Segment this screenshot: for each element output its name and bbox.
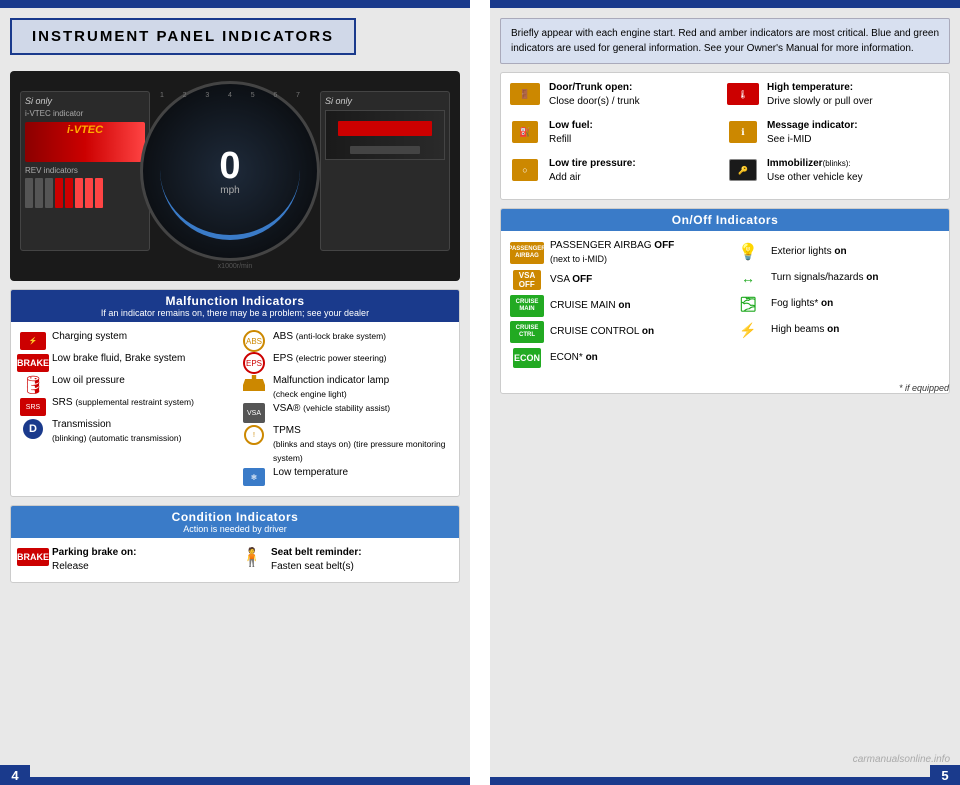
- info-indicators-box: 🚪 Door/Trunk open: Close door(s) / trunk…: [500, 72, 950, 200]
- cruise-control-icon: CRUISECTRL: [510, 321, 544, 343]
- high-temp-icon: 🌡: [727, 83, 759, 105]
- indicator-abs: ABS ABS (anti-lock brake system): [240, 330, 451, 352]
- onoff-econ: ECON ECON* on: [509, 345, 720, 371]
- info-tire: ○ Low tire pressure: Add air: [509, 157, 723, 185]
- info-door: 🚪 Door/Trunk open: Close door(s) / trunk: [509, 81, 723, 109]
- indicator-brake: BRAKE Low brake fluid, Brake system: [19, 352, 230, 374]
- parking-brake-icon: BRAKE: [17, 548, 49, 566]
- indicator-transmission: D Transmission (blinking) (automatic tra…: [19, 418, 230, 446]
- fuel-icon: ⛽: [512, 121, 538, 143]
- malfunction-header: Malfunction Indicators If an indicator r…: [11, 290, 459, 322]
- info-left-col: 🚪 Door/Trunk open: Close door(s) / trunk…: [509, 81, 723, 191]
- onoff-fog: 🌫 Fog lights* on: [730, 291, 941, 317]
- dashboard-image: Si only i-VTEC indicator i-VTEC REV indi…: [10, 71, 460, 281]
- transmission-d-icon: D: [23, 419, 43, 439]
- si-panel-right: Si only: [320, 91, 450, 251]
- malfunction-left-col: ⚡ Charging system BRAKE Low brake fluid,…: [19, 330, 230, 488]
- indicator-oil: 🛢 Low oil pressure: [19, 374, 230, 396]
- indicator-mil: Malfunction indicator lamp (check engine…: [240, 374, 451, 402]
- watermark: carmanualsonline.info: [853, 754, 950, 765]
- tpms-icon: !: [244, 425, 264, 445]
- vsa-off-icon: VSAOFF: [513, 270, 541, 290]
- info-right-col: 🌡 High temperature: Drive slowly or pull…: [727, 81, 941, 191]
- srs-icon: SRS: [20, 398, 46, 416]
- onoff-indicators-box: On/Off Indicators PASSENGERAIRBAG PASSEN…: [500, 208, 950, 394]
- message-icon: ℹ: [729, 121, 757, 143]
- vsa-icon: VSA: [243, 403, 265, 423]
- onoff-left-col: PASSENGERAIRBAG PASSENGER AIRBAG OFF (ne…: [509, 239, 720, 371]
- onoff-airbag: PASSENGERAIRBAG PASSENGER AIRBAG OFF (ne…: [509, 239, 720, 267]
- high-beam-icon: ⚡: [739, 322, 756, 339]
- si-panel-left: Si only i-VTEC indicator i-VTEC REV indi…: [20, 91, 150, 251]
- indicator-eps: EPS EPS (electric power steering): [240, 352, 451, 374]
- onoff-ext-lights: 💡 Exterior lights on: [730, 239, 941, 265]
- tire-pressure-icon: ○: [512, 159, 538, 181]
- indicator-low-temp: ❄ Low temperature: [240, 466, 451, 488]
- seatbelt-icon: 🧍: [241, 547, 263, 568]
- battery-icon: ⚡: [20, 332, 46, 350]
- malfunction-indicators-box: Malfunction Indicators If an indicator r…: [10, 289, 460, 497]
- fog-lights-icon: 🌫: [739, 296, 757, 313]
- page-title: INSTRUMENT PANEL INDICATORS: [10, 18, 356, 55]
- footnote: * if equipped: [501, 383, 949, 393]
- indicator-charging: ⚡ Charging system: [19, 330, 230, 352]
- speedometer: 0 mph 1234567 x1000r/min: [140, 81, 330, 271]
- low-temp-icon: ❄: [243, 468, 265, 486]
- condition-parking-brake: BRAKE Parking brake on: Release: [19, 546, 232, 574]
- door-icon: 🚪: [510, 83, 540, 105]
- abs-icon: ABS: [243, 330, 265, 352]
- indicator-tpms: ! TPMS (blinks and stays on) (tire press…: [240, 424, 451, 466]
- page-number-right: 5: [930, 765, 960, 785]
- oil-icon: 🛢: [22, 375, 45, 396]
- condition-indicators-box: Condition Indicators Action is needed by…: [10, 505, 460, 583]
- rev-bars: [25, 178, 145, 208]
- econ-icon: ECON: [513, 348, 541, 368]
- onoff-high-beam: ⚡ High beams on: [730, 317, 941, 343]
- eps-icon: EPS: [243, 352, 265, 374]
- malfunction-right-col: ABS ABS (anti-lock brake system) EPS EPS…: [240, 330, 451, 488]
- immobilizer-icon: 🔑: [729, 159, 757, 181]
- onoff-vsa-off: VSAOFF VSA OFF: [509, 267, 720, 293]
- info-high-temp: 🌡 High temperature: Drive slowly or pull…: [727, 81, 941, 109]
- cruise-main-icon: CRUISEMAIN: [510, 295, 544, 317]
- condition-seatbelt: 🧍 Seat belt reminder: Fasten seat belt(s…: [238, 546, 451, 574]
- onoff-cruise-control: CRUISECTRL CRUISE CONTROL on: [509, 319, 720, 345]
- exterior-lights-icon: 💡: [738, 242, 758, 262]
- onoff-turn-signal: ↔ Turn signals/hazards on: [730, 265, 941, 291]
- indicator-vsa: VSA VSA® (vehicle stability assist): [240, 402, 451, 424]
- info-fuel: ⛽ Low fuel: Refill: [509, 119, 723, 147]
- turn-signal-icon: ↔: [741, 270, 755, 286]
- airbag-off-icon: PASSENGERAIRBAG: [510, 242, 544, 264]
- brake-icon: BRAKE: [17, 354, 49, 372]
- info-text-box: Briefly appear with each engine start. R…: [500, 18, 950, 64]
- info-message: ℹ Message indicator: See i-MID: [727, 119, 941, 147]
- page-number-left: 4: [0, 765, 30, 785]
- onoff-right-col: 💡 Exterior lights on ↔ Turn signals/haza…: [730, 239, 941, 371]
- indicator-srs: SRS SRS (supplemental restraint system): [19, 396, 230, 418]
- engine-icon: [243, 375, 265, 395]
- condition-header: Condition Indicators Action is needed by…: [11, 506, 459, 538]
- info-immobilizer: 🔑 Immobilizer(blinks): Use other vehicle…: [727, 157, 941, 185]
- onoff-cruise-main: CRUISEMAIN CRUISE MAIN on: [509, 293, 720, 319]
